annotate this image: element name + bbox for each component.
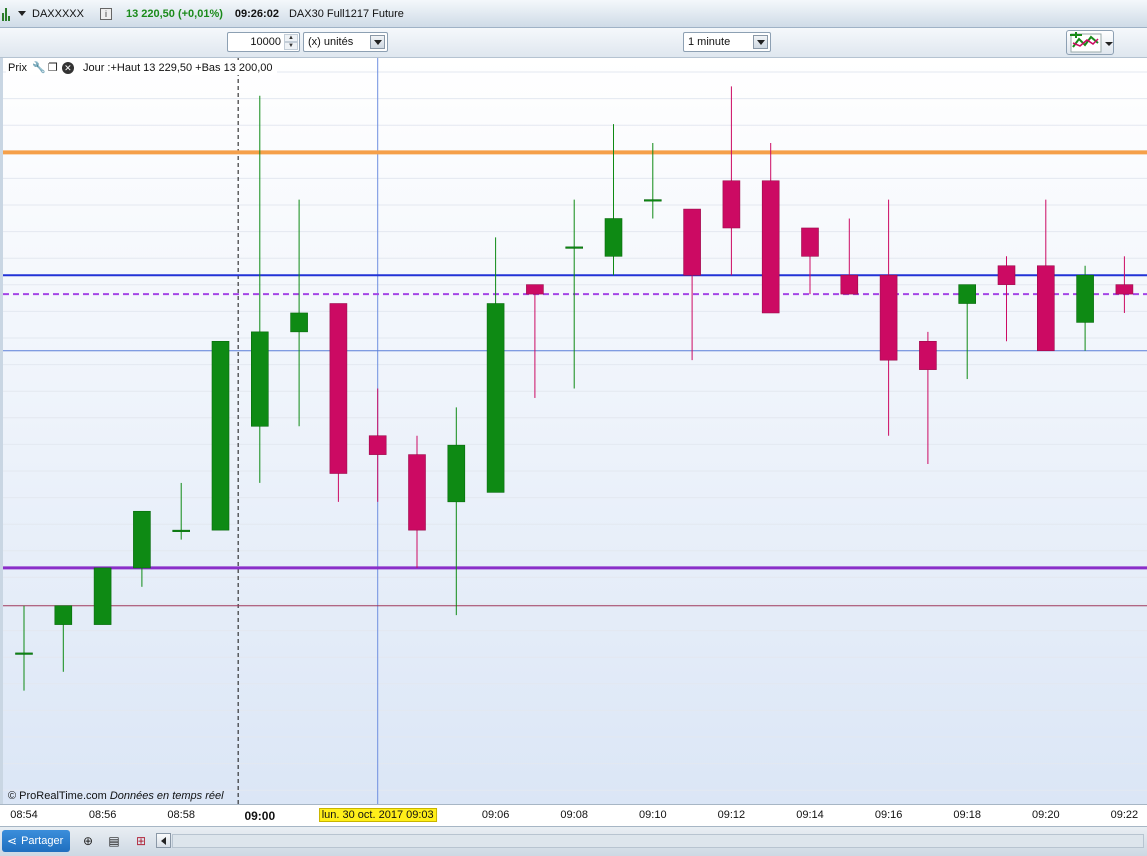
symbol-name[interactable]: DAXXXXX (32, 8, 84, 20)
title-bar: DAXXXXX i 13 220,50 (+0,01%) 09:26:02 DA… (0, 0, 1147, 28)
spin-up-icon[interactable]: ▲ (284, 34, 298, 42)
credit-note: Données en temps réel (109, 790, 224, 802)
horizontal-scrollbar[interactable] (172, 834, 1144, 848)
indicators-icon (1070, 32, 1113, 53)
time-tick-label: 09:22 (1110, 809, 1139, 821)
candle-body (329, 303, 348, 474)
candle-body (1037, 265, 1055, 352)
share-label: Partager (21, 835, 64, 847)
candle-body (290, 312, 308, 333)
candle-body (447, 444, 466, 503)
instrument-name: DAX30 Full1217 Future (288, 7, 404, 20)
time-tick-label: 09:08 (560, 809, 588, 821)
time-tick-label: 09:06 (481, 809, 510, 821)
candle-body (15, 652, 33, 655)
clock-time: 09:26:02 (234, 7, 279, 20)
chart-bars-icon (2, 7, 12, 21)
time-tick-label: 09:10 (639, 809, 667, 821)
chevron-down-icon[interactable] (753, 35, 768, 49)
time-tick-label: 08:54 (10, 809, 38, 821)
time-tick-label: 08:58 (167, 809, 195, 821)
price-change: 13 220,50 (+0,01%) (125, 7, 223, 20)
cursor-mode-icon[interactable]: ⊕ (80, 833, 96, 849)
indicators-button[interactable] (1066, 30, 1114, 55)
candle-body (801, 227, 819, 257)
units-value: (x) unités (308, 36, 354, 48)
data-credit: © ProRealTime.com Données en temps réel (8, 790, 224, 802)
candle-style-icon[interactable]: ⊞ (133, 833, 149, 849)
candle-body (408, 454, 426, 531)
candle-body (997, 265, 1016, 285)
close-icon[interactable]: ✕ (61, 61, 74, 74)
time-axis: 08:54 08:56 08:58 09:00 09:06 09:08 09:10 09:12… (0, 804, 1147, 826)
quantity-stepper[interactable]: 10000 ▲ ▼ (227, 32, 300, 52)
candle-body (486, 303, 505, 493)
day-range-info: Jour :+Haut 13 229,50 +Bas 13 200,00 (82, 61, 273, 74)
candle-body (93, 567, 112, 625)
candlestick-chart[interactable] (3, 58, 1147, 804)
time-tick-label: 09:14 (796, 809, 824, 821)
price-chart[interactable]: Prix 🔧 ❐ ✕ Jour :+Haut 13 229,50 +Bas 13… (0, 58, 1147, 804)
interval-select[interactable]: 1 minute (683, 32, 771, 52)
time-tick-label: 09:20 (1032, 809, 1060, 821)
time-tick-label: 09:18 (953, 809, 981, 821)
price-label: Prix (8, 61, 27, 74)
share-icon: ⋖ (7, 834, 18, 848)
time-tick-label: 09:16 (874, 809, 903, 821)
interval-value: 1 minute (688, 36, 731, 48)
time-tick-label: 09:12 (717, 809, 746, 821)
quantity-value[interactable]: 10000 (250, 36, 281, 48)
candle-body (683, 208, 701, 276)
layout-icon[interactable]: ▤ (106, 833, 122, 849)
spin-down-icon[interactable]: ▼ (284, 42, 298, 50)
symbol-dropdown-icon[interactable] (18, 11, 26, 16)
cursor-time-label: lun. 30 oct. 2017 09:03 (318, 808, 437, 822)
share-button[interactable]: ⋖ Partager (2, 830, 70, 852)
chart-background (3, 58, 1147, 804)
candle-body (761, 180, 780, 314)
candle-body (643, 199, 662, 202)
scroll-left-icon[interactable] (156, 833, 171, 848)
candle-body (919, 340, 937, 370)
candle-body (958, 284, 977, 304)
units-select[interactable]: (x) unités (303, 32, 388, 52)
candle-body (211, 340, 230, 531)
candle-body (133, 510, 151, 569)
candle-body (526, 284, 544, 295)
time-tick-label: 08:56 (88, 809, 117, 821)
candle-body (1076, 274, 1094, 323)
chart-toolbar: 10000 ▲ ▼ (x) unités 1 minute (0, 28, 1147, 58)
window-icon[interactable]: ❐ (47, 62, 59, 74)
wrench-icon[interactable]: 🔧 (32, 62, 46, 74)
candle-body (722, 180, 741, 229)
candle-body (879, 274, 898, 361)
bottom-bar: ⋖ Partager ⊕ ▤ ⊞ (0, 826, 1147, 856)
chart-legend: Prix 🔧 ❐ ✕ Jour :+Haut 13 229,50 +Bas 13… (6, 60, 277, 75)
time-tick-label: 09:00 (244, 809, 276, 823)
spinner[interactable]: ▲ ▼ (284, 34, 298, 50)
candle-body (565, 246, 584, 249)
candle-body (172, 529, 190, 532)
info-icon[interactable]: i (99, 7, 112, 20)
candle-body (251, 331, 269, 427)
candle-body (368, 435, 387, 455)
candle-body (840, 274, 859, 295)
candle-body (1115, 284, 1134, 295)
candle-body (54, 605, 73, 625)
candle-body (604, 218, 623, 257)
chevron-down-icon[interactable] (370, 35, 385, 49)
credit-site: © ProRealTime.com (8, 790, 107, 802)
